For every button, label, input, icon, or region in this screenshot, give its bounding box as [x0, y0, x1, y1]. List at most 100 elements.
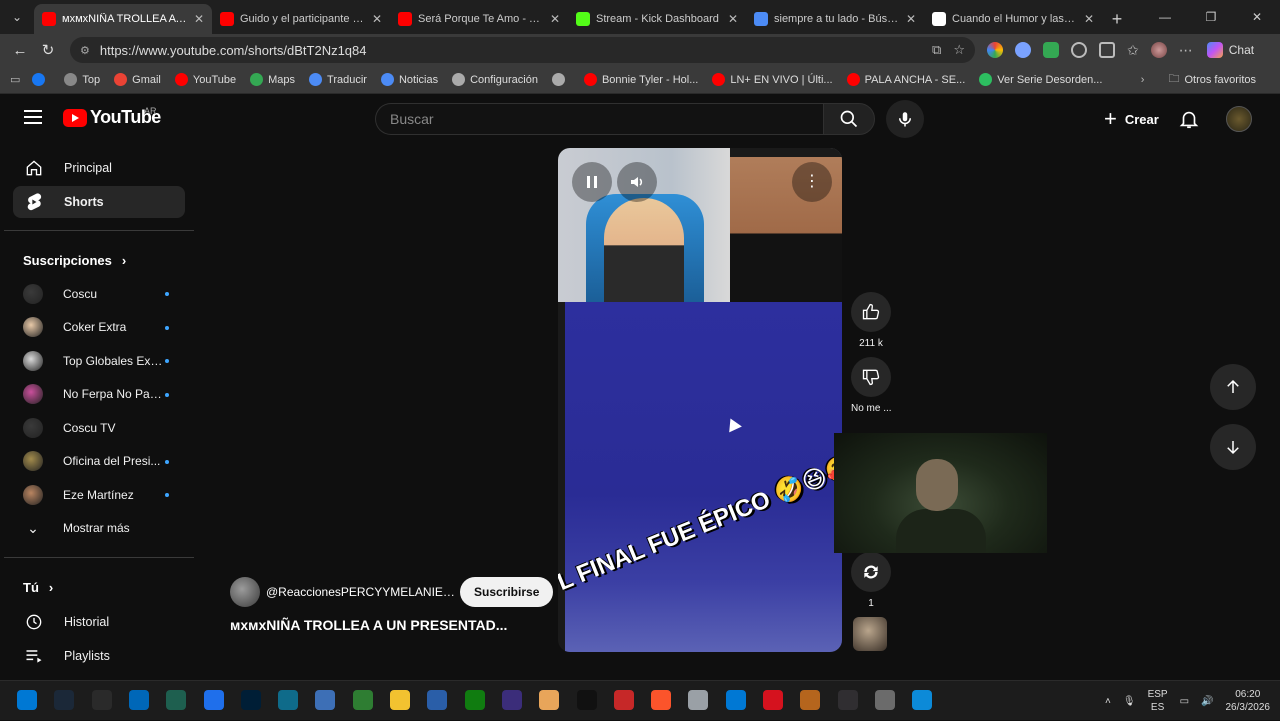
notifications-button[interactable] — [1178, 108, 1200, 135]
volume-button[interactable] — [617, 162, 657, 202]
bookmark-sidebar-icon[interactable]: ▭ — [10, 73, 20, 86]
search-button[interactable] — [823, 103, 875, 135]
you-heading[interactable]: Tú › — [4, 570, 194, 604]
edge-icon[interactable] — [912, 690, 933, 710]
reload-button[interactable]: ↻ — [34, 36, 62, 64]
favorites-icon[interactable]: ✩ — [1127, 42, 1139, 59]
show-more-button[interactable]: ⌄ Mostrar más — [4, 512, 194, 546]
back-button[interactable]: ← — [6, 36, 34, 64]
browser-tab[interactable]: ᴍxᴍxNIÑA TROLLEA A UN PRESENTADOR✕ — [34, 4, 212, 34]
install-app-icon[interactable]: ⧉ — [932, 42, 941, 58]
short-video-player[interactable]: ⋮ L FINAL FUE ÉPICO 🤣😆🥰😜 — [558, 148, 842, 652]
vscode-icon[interactable] — [725, 690, 746, 710]
steam-icon[interactable] — [54, 690, 75, 710]
subscription-item[interactable]: Oficina del Presi... — [4, 445, 194, 479]
app-icon[interactable] — [166, 690, 187, 710]
obs-icon[interactable] — [837, 690, 858, 710]
new-tab-button[interactable]: + — [1102, 4, 1132, 34]
close-tab-icon[interactable]: ✕ — [906, 12, 916, 26]
extension-icon[interactable] — [1043, 42, 1059, 58]
bookmark-item[interactable]: Bonnie Tyler - Hol... — [583, 73, 698, 86]
channel-avatar[interactable] — [230, 577, 260, 607]
volume-icon[interactable]: 🔊 — [1201, 696, 1213, 707]
bookmark-star-icon[interactable]: ☆ — [953, 42, 965, 58]
chevron-right-icon[interactable]: › — [1141, 74, 1145, 86]
app-icon[interactable] — [613, 690, 634, 710]
bookmark-item[interactable]: Configuración — [452, 73, 538, 86]
subscription-item[interactable]: Coscu TV — [4, 411, 194, 445]
remix-button[interactable] — [851, 552, 891, 592]
dislike-button[interactable] — [851, 357, 891, 397]
sidebar-item-principal[interactable]: Principal — [13, 152, 185, 184]
opera-icon[interactable] — [763, 690, 783, 710]
copilot-chat-button[interactable]: Chat — [1206, 42, 1254, 58]
close-window-icon[interactable]: ✕ — [1234, 0, 1280, 34]
app-icon[interactable] — [315, 690, 336, 710]
minimize-icon[interactable]: — — [1142, 0, 1188, 34]
browser-tab[interactable]: Guido y el participante que es✕ — [212, 4, 390, 34]
bookmark-item[interactable]: Maps — [250, 73, 295, 86]
subscription-item[interactable]: Top Globales Ext... — [4, 344, 194, 378]
browser-tab[interactable]: siempre a tu lado - Búsqueda✕ — [746, 4, 924, 34]
usb-util-icon[interactable] — [427, 690, 448, 710]
subscription-item[interactable]: Coker Extra — [4, 311, 194, 345]
restore-icon[interactable]: ❐ — [1188, 0, 1234, 34]
bookmark-item[interactable] — [551, 73, 570, 86]
brave-icon[interactable] — [651, 690, 672, 710]
more-options-button[interactable]: ⋮ — [792, 162, 832, 202]
address-bar[interactable]: ⚙ https://www.youtube.com/shorts/dBtT2Nz… — [70, 37, 975, 63]
subscription-item[interactable]: No Ferpa No Party — [4, 378, 194, 412]
epic-games-icon[interactable] — [91, 690, 112, 710]
subscriptions-heading[interactable]: Suscripciones › — [4, 243, 194, 277]
browser-tab[interactable]: Stream - Kick Dashboard ✕ — [568, 4, 746, 34]
file-explorer-icon[interactable] — [390, 690, 410, 710]
xbox-icon[interactable] — [464, 690, 485, 710]
sidebar-item-historial[interactable]: Historial — [13, 606, 185, 638]
extension-icon[interactable] — [1099, 42, 1115, 58]
app-icon[interactable] — [800, 690, 821, 710]
like-button[interactable] — [851, 292, 891, 332]
browser-tab[interactable]: Cuando el Humor y las Matemáticas✕ — [924, 4, 1102, 34]
short-title[interactable]: ᴍxᴍxNIÑA TROLLEA A UN PRESENTAD... — [230, 617, 540, 633]
windows-start-icon[interactable] — [17, 690, 37, 710]
next-short-button[interactable] — [1210, 424, 1256, 470]
bookmark-item[interactable]: PALA ANCHA - SE... — [846, 73, 965, 86]
bookmark-item[interactable]: Traducir — [309, 73, 367, 86]
site-info-icon[interactable]: ⚙ — [80, 44, 90, 57]
clock[interactable]: 06:20 26/3/2026 — [1226, 688, 1271, 714]
extension-icon[interactable] — [1071, 42, 1087, 58]
bookmark-item[interactable]: Gmail — [114, 73, 161, 86]
close-tab-icon[interactable]: ✕ — [1084, 12, 1094, 26]
microphone-icon[interactable]: 🎙 — [1123, 696, 1136, 707]
bookmark-item[interactable] — [32, 73, 50, 86]
pause-button[interactable] — [572, 162, 612, 202]
create-button[interactable]: + Crear — [1092, 103, 1171, 135]
subscribe-button[interactable]: Suscribirse — [460, 577, 554, 607]
settings-icon[interactable] — [874, 690, 895, 710]
bookmark-item[interactable]: YouTube — [174, 73, 236, 86]
sidebar-item-shorts[interactable]: Shorts — [13, 186, 185, 218]
menu-icon[interactable] — [24, 110, 42, 124]
chevron-up-icon[interactable]: ˄ — [1105, 696, 1111, 707]
sidebar-item-playlists[interactable]: Playlists — [13, 640, 185, 672]
bookmark-item[interactable]: Top — [64, 73, 100, 86]
voice-search-button[interactable] — [886, 100, 924, 138]
bookmark-item[interactable]: Noticias — [380, 73, 438, 86]
profile-avatar[interactable] — [1150, 42, 1167, 58]
app-icon[interactable] — [688, 690, 709, 710]
account-avatar[interactable] — [1226, 106, 1252, 132]
more-icon[interactable]: ⋯ — [1179, 42, 1193, 59]
bookmark-item[interactable]: Ver Serie Desorden... — [979, 73, 1102, 86]
sound-thumbnail[interactable] — [853, 617, 887, 651]
search-input[interactable]: Buscar — [375, 103, 823, 135]
close-tab-icon[interactable]: ✕ — [550, 12, 560, 26]
app-icon[interactable] — [352, 690, 373, 710]
shield-icon[interactable] — [203, 690, 224, 710]
tab-search-icon[interactable]: ⌄ — [0, 0, 34, 34]
extension-icon[interactable] — [1015, 42, 1031, 58]
language-indicator[interactable]: ESP ES — [1148, 688, 1168, 714]
app-icon[interactable] — [501, 690, 522, 710]
subscription-item[interactable]: Eze Martínez — [4, 478, 194, 512]
other-bookmarks-folder[interactable]: 🗀 Otros favoritos — [1168, 70, 1256, 89]
subscription-item[interactable]: Coscu — [4, 277, 194, 311]
